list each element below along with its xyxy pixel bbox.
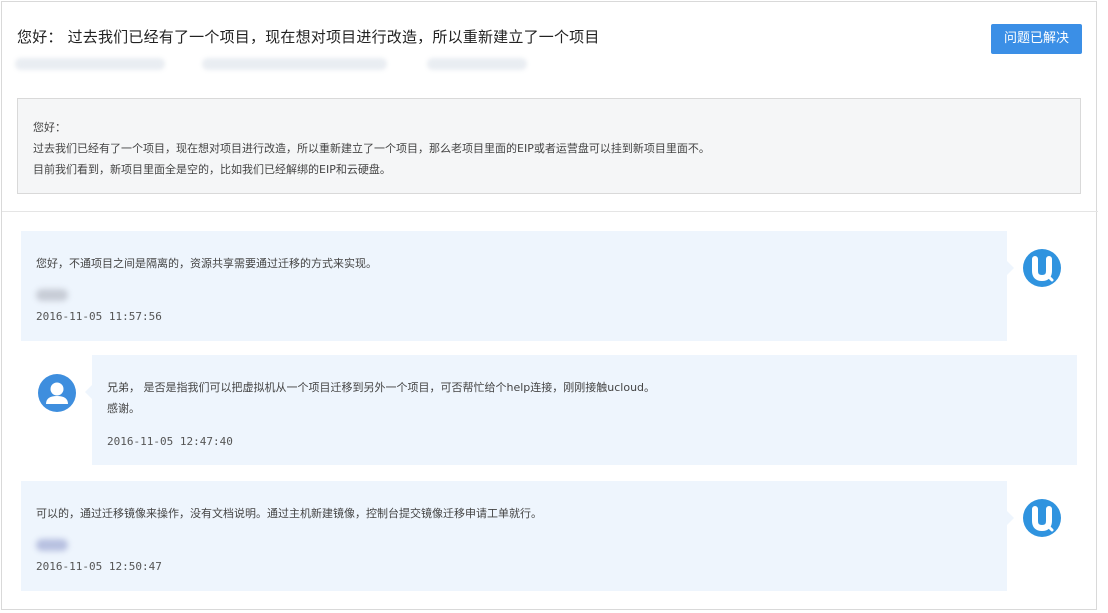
ticket-panel: 您好： 过去我们已经有了一个项目，现在想对项目进行改造，所以重新建立了一个项目 …	[1, 1, 1098, 610]
message-text: 兄弟， 是否是指我们可以把虚拟机从一个项目迁移到另外一个项目，可否帮忙给个hel…	[107, 381, 656, 415]
signature-redacted	[36, 539, 68, 551]
bubble-notch	[1007, 261, 1014, 275]
ticket-description: 您好： 过去我们已经有了一个项目，现在想对项目进行改造，所以重新建立了一个项目，…	[17, 98, 1081, 194]
message-text: 您好，不通项目之间是隔离的，资源共享需要通过迁移的方式来实现。	[36, 257, 377, 270]
ticket-title: 您好： 过去我们已经有了一个项目，现在想对项目进行改造，所以重新建立了一个项目	[17, 28, 600, 46]
bubble-notch	[85, 385, 92, 399]
description-line: 过去我们已经有了一个项目，现在想对项目进行改造，所以重新建立了一个项目，那么老项…	[33, 142, 710, 155]
bubble-notch	[1007, 511, 1014, 525]
reply-message-staff: 可以的，通过迁移镜像来操作，没有文档说明。通过主机新建镜像，控制台提交镜像迁移申…	[21, 481, 1014, 591]
message-timestamp: 2016-11-05 12:50:47	[36, 560, 162, 573]
signature-redacted	[36, 289, 68, 301]
section-divider	[2, 211, 1098, 212]
ucloud-u-icon	[1023, 499, 1061, 537]
ticket-meta-redacted	[7, 50, 572, 80]
reply-message-user: 兄弟， 是否是指我们可以把虚拟机从一个项目迁移到另外一个项目，可否帮忙给个hel…	[85, 355, 1077, 465]
resolve-button[interactable]: 问题已解决	[991, 24, 1082, 54]
message-timestamp: 2016-11-05 12:47:40	[107, 435, 233, 448]
reply-message-staff: 您好，不通项目之间是隔离的，资源共享需要通过迁移的方式来实现。 2016-11-…	[21, 231, 1014, 341]
description-line: 目前我们看到，新项目里面全是空的，比如我们已经解绑的EIP和云硬盘。	[33, 163, 391, 176]
description-line: 您好：	[33, 121, 66, 134]
message-text: 可以的，通过迁移镜像来操作，没有文档说明。通过主机新建镜像，控制台提交镜像迁移申…	[36, 507, 542, 520]
message-timestamp: 2016-11-05 11:57:56	[36, 310, 162, 323]
ucloud-u-icon	[1023, 249, 1061, 287]
user-silhouette-icon	[38, 374, 76, 412]
